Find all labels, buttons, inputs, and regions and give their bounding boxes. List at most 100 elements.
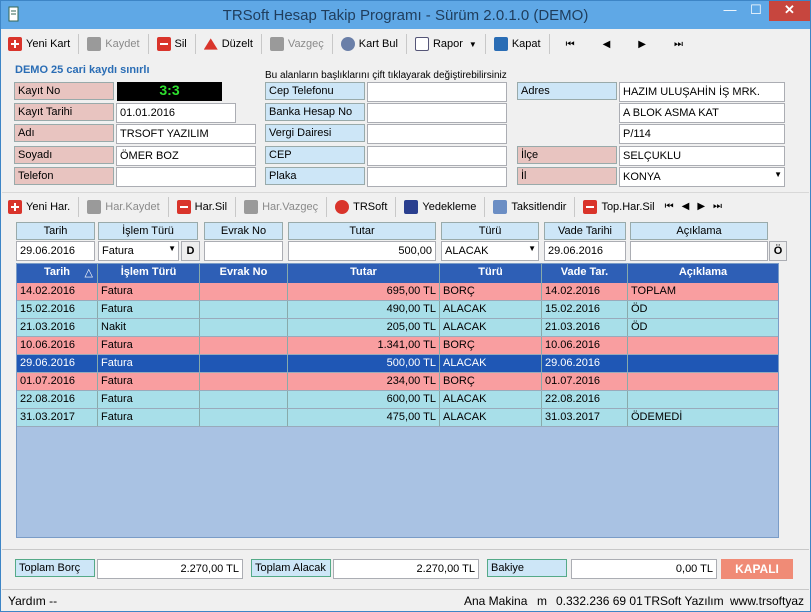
ilce-label[interactable]: İlçe — [517, 146, 617, 164]
grid-header-tutar[interactable]: Tutar — [288, 264, 440, 283]
plaka-input[interactable] — [367, 167, 507, 187]
cancel-transaction-button[interactable]: Har.Vazgeç — [238, 196, 324, 218]
table-row[interactable]: 15.02.2016 Fatura 490,00 TL ALACAK 15.02.201… — [17, 301, 778, 319]
table-row[interactable]: 31.03.2017 Fatura 475,00 TL ALACAK 31.03.201… — [17, 409, 778, 427]
hint-text: Bu alanların başlıklarını çift tıklayara… — [265, 70, 507, 81]
last-transaction-button[interactable]: ⏭ — [709, 196, 726, 218]
il-select[interactable]: KONYA ▼ — [619, 167, 785, 187]
banka-input[interactable] — [367, 103, 507, 123]
table-row[interactable]: 14.02.2016 Fatura 695,00 TL BORÇ 14.02.2016 T… — [17, 283, 778, 301]
table-row[interactable]: 22.08.2016 Fatura 600,00 TL ALACAK 22.08.201… — [17, 391, 778, 409]
grid-header-vade[interactable]: Vade Tar. — [542, 264, 628, 283]
next-record-button[interactable]: ▶ — [624, 33, 660, 55]
card-toolbar: Yeni Kart Kaydet Sil Düzelt Vazgeç Kart … — [2, 30, 809, 58]
vergi-label[interactable]: Vergi Dairesi — [265, 124, 365, 142]
telefon-input[interactable] — [116, 167, 256, 187]
bakiye-value: 0,00 TL — [571, 559, 717, 579]
grid-header-turu[interactable]: Türü — [440, 264, 542, 283]
cell-tarih: 14.02.2016 — [17, 283, 98, 300]
entry-evrak-input[interactable] — [204, 241, 283, 261]
vergi-input[interactable] — [367, 124, 507, 144]
kayit-no-display: 3:3 — [117, 82, 222, 101]
title-bar[interactable]: TRSoft Hesap Takip Programı - Sürüm 2.0.… — [1, 1, 810, 29]
adres-line3-input[interactable]: P/114 — [619, 124, 785, 144]
kayit-tarihi-label[interactable]: Kayıt Tarihi — [14, 103, 114, 121]
entry-aciklama-input[interactable] — [630, 241, 768, 261]
table-row[interactable]: 01.07.2016 Fatura 234,00 TL BORÇ 01.07.2016 — [17, 373, 778, 391]
find-card-button[interactable]: Kart Bul — [335, 33, 404, 55]
edit-card-button[interactable]: Düzelt — [198, 33, 259, 55]
prev-record-button[interactable]: ◀ — [589, 33, 625, 55]
telefon-label[interactable]: Telefon — [14, 167, 114, 185]
table-row[interactable]: 21.03.2016 Nakit 205,00 TL ALACAK 21.03.2016… — [17, 319, 778, 337]
cell-tarih: 21.03.2016 — [17, 319, 98, 336]
new-transaction-button[interactable]: Yeni Har. — [2, 196, 76, 218]
first-transaction-button[interactable]: ⏮ — [661, 196, 678, 218]
o-button[interactable]: Ö — [769, 241, 787, 261]
toplam-alacak-value: 2.270,00 TL — [333, 559, 479, 579]
cell-tutar: 205,00 TL — [288, 319, 440, 336]
adi-input[interactable]: TRSOFT YAZILIM — [116, 124, 256, 144]
cep-telefonu-label[interactable]: Cep Telefonu — [265, 82, 365, 100]
minimize-button[interactable]: — — [717, 1, 743, 21]
entry-vade-input[interactable]: 29.06.2016 — [544, 241, 626, 261]
trsoft-icon — [335, 199, 350, 214]
demo-notice: DEMO 25 cari kaydı sınırlı — [15, 64, 150, 76]
first-record-button[interactable]: ⏮ — [552, 33, 589, 55]
adres-label[interactable]: Adres — [517, 82, 617, 100]
cell-tarih: 10.06.2016 — [17, 337, 98, 354]
cep-label[interactable]: CEP — [265, 146, 365, 164]
maximize-button[interactable]: ☐ — [743, 1, 769, 21]
minus-icon — [156, 37, 171, 51]
close-card-button[interactable]: Kapat — [488, 33, 547, 55]
backup-button[interactable]: Yedekleme — [398, 196, 482, 218]
entry-turu-select[interactable]: ALACAK ▼ — [441, 241, 539, 261]
entry-tarih-input[interactable]: 29.06.2016 — [16, 241, 95, 261]
cep-telefonu-input[interactable] — [367, 82, 507, 102]
d-button[interactable]: D — [181, 241, 200, 261]
soyadi-label[interactable]: Soyadı — [14, 146, 114, 164]
grid-header-tarih[interactable]: Tarih △ — [17, 264, 98, 283]
last-record-button[interactable]: ⏭ — [660, 33, 697, 55]
trsoft-button[interactable]: TRSoft — [329, 196, 393, 218]
banka-label[interactable]: Banka Hesap No — [265, 103, 365, 121]
next-transaction-button[interactable]: ▶ — [693, 196, 709, 218]
adres-line2-input[interactable]: A BLOK ASMA KAT — [619, 103, 785, 123]
cep-input[interactable] — [367, 146, 507, 166]
grid-header-evrak[interactable]: Evrak No — [200, 264, 288, 283]
grid-header-islem[interactable]: İşlem Türü — [98, 264, 200, 283]
table-row[interactable]: 10.06.2016 Fatura 1.341,00 TL BORÇ 10.06.201… — [17, 337, 778, 355]
kayit-tarihi-input[interactable]: 01.01.2016 — [116, 103, 236, 123]
plaka-label[interactable]: Plaka — [265, 167, 365, 185]
adi-label[interactable]: Adı — [14, 124, 114, 142]
new-card-button[interactable]: Yeni Kart — [2, 33, 76, 55]
cell-evrak — [200, 301, 288, 318]
ilce-input[interactable]: SELÇUKLU — [619, 146, 785, 166]
app-window: TRSoft Hesap Takip Programı - Sürüm 2.0.… — [0, 0, 811, 612]
company-text: TRSoft Yazılım — [644, 594, 724, 608]
cell-evrak — [200, 283, 288, 300]
sort-icon: △ — [84, 267, 93, 279]
close-window-button[interactable]: ✕ — [769, 1, 810, 21]
transactions-grid[interactable]: Tarih △ İşlem Türü Evrak No Tutar Türü Va… — [16, 263, 779, 538]
chevron-down-icon: ▼ — [168, 244, 176, 253]
adres-line1-input[interactable]: HAZIM ULUŞAHİN İŞ MRK. — [619, 82, 785, 102]
soyadi-input[interactable]: ÖMER BOZ — [116, 146, 256, 166]
delete-all-transactions-button[interactable]: Top.Har.Sil — [577, 196, 660, 218]
installment-button[interactable]: Taksitlendir — [487, 196, 572, 218]
entry-tutar-input[interactable]: 500,00 — [288, 241, 436, 261]
save-card-button[interactable]: Kaydet — [81, 33, 145, 55]
delete-card-button[interactable]: Sil — [151, 33, 193, 55]
kayit-no-label[interactable]: Kayıt No — [14, 82, 114, 100]
save-transaction-button[interactable]: Har.Kaydet — [81, 196, 165, 218]
cancel-card-button[interactable]: Vazgeç — [264, 33, 330, 55]
report-button[interactable]: Rapor ▼ — [409, 33, 483, 55]
prev-transaction-button[interactable]: ◀ — [678, 196, 694, 218]
entry-islem-select[interactable]: Fatura ▼ — [98, 241, 179, 261]
il-label[interactable]: İl — [517, 167, 617, 185]
report-icon — [414, 37, 429, 51]
table-row[interactable]: 29.06.2016 Fatura 500,00 TL ALACAK 29.06.201… — [17, 355, 778, 373]
entry-header-aciklama: Açıklama — [630, 222, 768, 240]
delete-transaction-button[interactable]: Har.Sil — [171, 196, 233, 218]
grid-header-aciklama[interactable]: Açıklama — [628, 264, 778, 283]
